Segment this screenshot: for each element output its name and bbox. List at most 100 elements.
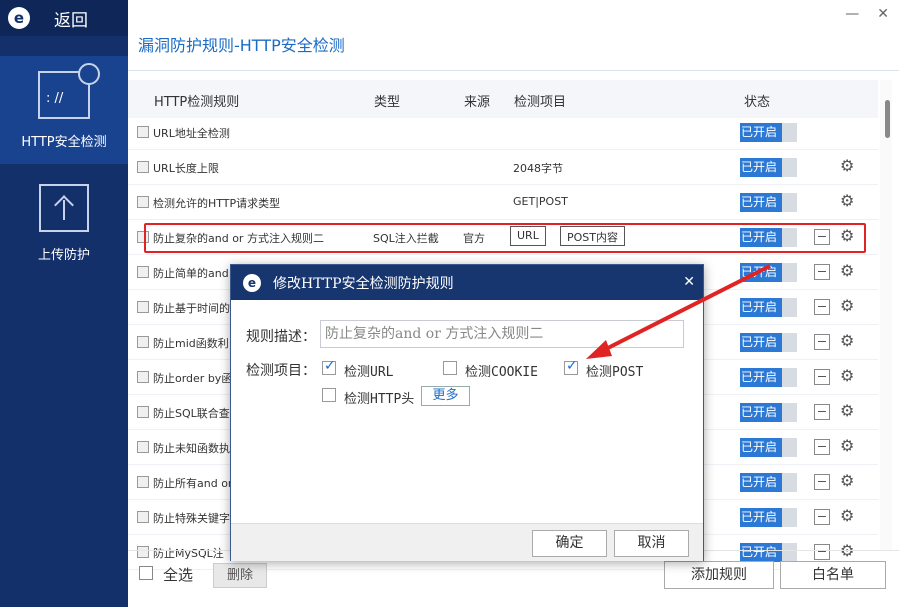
cancel-button[interactable]: 取消 (614, 530, 689, 557)
rule-check: 2048字节 (513, 162, 563, 175)
status-toggle[interactable]: 已开启 (740, 508, 797, 527)
scrollbar-thumb[interactable] (885, 100, 890, 138)
delete-button[interactable]: 删除 (213, 563, 267, 588)
row-checkbox[interactable] (137, 406, 149, 418)
whitelist-button[interactable]: 白名单 (780, 561, 886, 589)
confirm-button[interactable]: 确定 (532, 530, 607, 557)
table-row[interactable]: URL长度上限 2048字节 已开启 ⚙ (128, 150, 878, 185)
status-toggle[interactable]: 已开启 (740, 158, 797, 177)
scrollbar[interactable] (880, 80, 892, 550)
status-toggle[interactable]: 已开启 (740, 193, 797, 212)
rule-name: URL长度上限 (153, 162, 219, 175)
dialog-title: 修改HTTP安全检测防护规则 (273, 275, 454, 292)
collapse-icon[interactable] (814, 509, 830, 525)
gear-icon[interactable]: ⚙ (840, 331, 854, 350)
check-cookie-label: 检测COOKIE (465, 365, 538, 380)
page-title: 漏洞防护规则-HTTP安全检测 (138, 36, 345, 55)
edit-rule-dialog: e 修改HTTP安全检测防护规则 ✕ 规则描述： 防止复杂的and or 方式注… (230, 264, 704, 561)
row-checkbox[interactable] (137, 511, 149, 523)
status-toggle[interactable]: 已开启 (740, 333, 797, 352)
column-header-rule: HTTP检测规则 (154, 95, 240, 110)
row-checkbox[interactable] (137, 546, 149, 558)
status-toggle[interactable]: 已开启 (740, 368, 797, 387)
column-header-check: 检测项目 (514, 95, 567, 110)
table-row[interactable]: URL地址全检测 已开启 (128, 115, 878, 150)
sidebar: e 返回 : // HTTP安全检测 上传防护 (0, 0, 128, 607)
row-checkbox[interactable] (137, 476, 149, 488)
table-header: HTTP检测规则 类型 来源 检测项目 状态 (128, 80, 878, 118)
status-toggle[interactable]: 已开启 (740, 473, 797, 492)
row-checkbox[interactable] (137, 301, 149, 313)
rule-name: 防止MySQL注 (153, 547, 224, 560)
upload-icon (39, 184, 89, 232)
collapse-icon[interactable] (814, 404, 830, 420)
rule-name: URL地址全检测 (153, 127, 230, 140)
rule-check: GET|POST (513, 195, 568, 208)
close-icon[interactable]: ✕ (877, 6, 889, 22)
check-post-label: 检测POST (586, 365, 644, 380)
rule-name: 防止简单的and (153, 267, 229, 280)
row-checkbox[interactable] (137, 266, 149, 278)
rule-name: 防止未知函数执 (153, 442, 230, 455)
dialog-title-bar: e 修改HTTP安全检测防护规则 ✕ (231, 265, 703, 300)
gear-icon[interactable]: ⚙ (840, 401, 854, 420)
status-toggle[interactable]: 已开启 (740, 298, 797, 317)
add-rule-button[interactable]: 添加规则 (664, 561, 774, 589)
rule-name: 防止mid函数利 (153, 337, 229, 350)
minimize-icon[interactable]: — (845, 6, 859, 22)
gear-icon[interactable]: ⚙ (840, 296, 854, 315)
status-toggle[interactable]: 已开启 (740, 123, 797, 142)
gear-icon[interactable]: ⚙ (840, 471, 854, 490)
column-header-type: 类型 (374, 95, 401, 110)
sidebar-item-label: 上传防护 (37, 248, 90, 263)
check-post-checkbox[interactable] (564, 358, 578, 375)
collapse-icon[interactable] (814, 369, 830, 385)
desc-input[interactable]: 防止复杂的and or 方式注入规则二 (320, 320, 684, 348)
collapse-icon[interactable] (814, 264, 830, 280)
close-icon[interactable]: ✕ (683, 274, 695, 290)
back-button[interactable]: e 返回 (0, 0, 128, 36)
app-logo: e (243, 273, 261, 292)
sidebar-item-upload-protect[interactable]: 上传防护 (0, 184, 128, 263)
select-all-label: 全选 (163, 566, 194, 584)
gear-icon[interactable]: ⚙ (840, 191, 854, 210)
gear-icon[interactable]: ⚙ (840, 366, 854, 385)
collapse-icon[interactable] (814, 299, 830, 315)
collapse-icon[interactable] (814, 334, 830, 350)
status-toggle[interactable]: 已开启 (740, 438, 797, 457)
row-checkbox[interactable] (137, 161, 149, 173)
rule-name: 防止order by函 (153, 372, 233, 385)
status-toggle[interactable]: 已开启 (740, 543, 797, 562)
check-url-checkbox[interactable] (322, 358, 336, 375)
check-cookie-checkbox[interactable] (443, 361, 457, 375)
rule-name: 防止SQL联合查 (153, 407, 230, 420)
select-all-checkbox[interactable] (139, 566, 153, 580)
rule-name: 检测允许的HTTP请求类型 (153, 197, 281, 210)
rule-name: 防止特殊关键字 (153, 512, 230, 525)
gear-icon[interactable]: ⚙ (840, 436, 854, 455)
web-check-icon: : // (38, 63, 100, 119)
check-url-label: 检测URL (344, 365, 394, 380)
collapse-icon[interactable] (814, 439, 830, 455)
table-row[interactable]: 检测允许的HTTP请求类型 GET|POST 已开启 ⚙ (128, 185, 878, 220)
sidebar-item-http-check[interactable]: : // HTTP安全检测 (0, 56, 128, 164)
app-logo: e (8, 7, 30, 29)
collapse-icon[interactable] (814, 474, 830, 490)
status-toggle[interactable]: 已开启 (740, 263, 797, 282)
row-checkbox[interactable] (137, 126, 149, 138)
check-http-header-checkbox[interactable] (322, 388, 336, 402)
status-toggle[interactable]: 已开启 (740, 403, 797, 422)
gear-icon[interactable]: ⚙ (840, 156, 854, 175)
items-label: 检测项目： (246, 363, 316, 379)
column-header-source: 来源 (464, 95, 491, 110)
row-checkbox[interactable] (137, 336, 149, 348)
row-checkbox[interactable] (137, 441, 149, 453)
desc-label: 规则描述： (246, 329, 316, 345)
row-checkbox[interactable] (137, 196, 149, 208)
more-button[interactable]: 更多 (421, 386, 470, 406)
rule-name: 防止基于时间的 (153, 302, 230, 315)
collapse-icon[interactable] (814, 544, 830, 560)
gear-icon[interactable]: ⚙ (840, 506, 854, 525)
row-checkbox[interactable] (137, 371, 149, 383)
gear-icon[interactable]: ⚙ (840, 261, 854, 280)
